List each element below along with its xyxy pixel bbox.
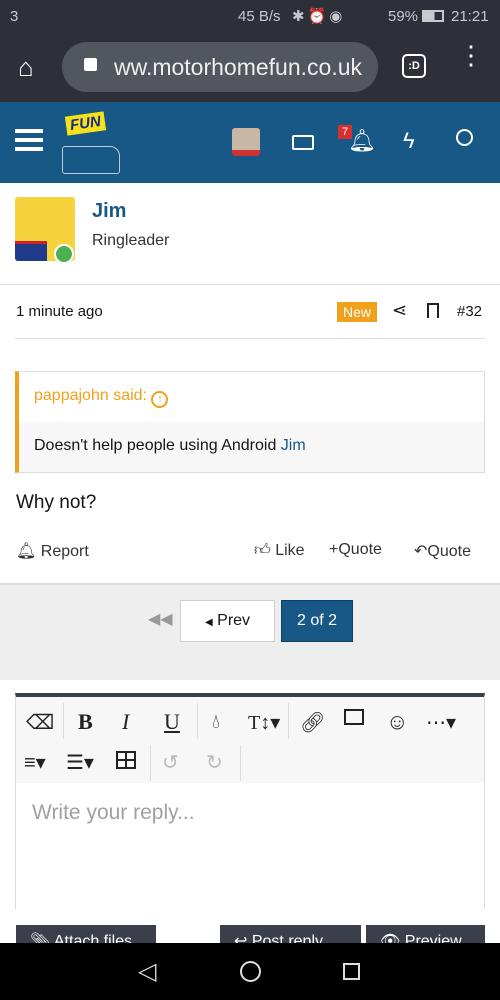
color-drop-icon[interactable]: 💧︎ [212, 707, 220, 737]
pagination-bar: ◀◀ ◀ Prev 2 of 2 [0, 583, 500, 680]
reply-icon: ↶ [414, 543, 428, 560]
hamburger-menu-icon[interactable] [15, 129, 43, 151]
table-icon[interactable] [116, 751, 136, 769]
report-button[interactable]: 🔔︎ Report [16, 541, 89, 561]
uk-flag-icon [15, 241, 47, 261]
redo-icon[interactable]: ↻ [206, 747, 223, 777]
divider [15, 338, 485, 339]
reply-input[interactable]: Write your reply... [16, 783, 484, 909]
first-page-icon[interactable]: ◀◀ [148, 609, 173, 629]
share-icon[interactable]: ⋖ [392, 300, 407, 321]
post-time[interactable]: 1 minute ago [16, 303, 103, 320]
quote-header[interactable]: pappajohn said: ↑ [19, 372, 484, 422]
caret-left-icon: ◀ [205, 617, 213, 628]
multi-quote-button[interactable]: +Quote [329, 541, 382, 559]
post-number[interactable]: #32 [457, 303, 482, 320]
quote-text: Doesn't help people using Android [34, 437, 281, 454]
menu-icon[interactable]: ⋮ [458, 42, 484, 68]
multi-quote-label: Quote [338, 541, 382, 558]
list-icon[interactable]: ☰▾ [66, 747, 94, 777]
author-role: Ringleader [92, 232, 170, 249]
more-options-icon[interactable]: ⋯▾ [426, 707, 456, 737]
home-icon[interactable]: ⌂ [18, 52, 34, 83]
quote-button[interactable]: ↶Quote [414, 541, 471, 561]
quote-label: Quote [427, 543, 471, 560]
quote-author: pappajohn said: [34, 387, 147, 404]
divider [0, 284, 500, 285]
lock-icon [84, 58, 97, 71]
clock: 21:21 [451, 8, 489, 25]
editor-toolbar: ⌫ B I U 💧︎ T↕▾ 🔗︎ ☺ ⋯▾ ≡▾ ☰▾ ↺ ↻ [16, 697, 484, 783]
browser-toolbar: ⌂ ww.motorhomefun.co.uk :D ⋮ [0, 32, 500, 102]
italic-icon[interactable]: I [122, 707, 129, 737]
bold-icon[interactable]: B [78, 707, 93, 737]
bookmark-icon[interactable] [427, 303, 439, 318]
author-name[interactable]: Jim [92, 200, 126, 223]
underline-icon[interactable]: U [164, 707, 180, 737]
current-page[interactable]: 2 of 2 [281, 600, 353, 642]
undo-icon[interactable]: ↺ [162, 747, 179, 777]
font-size-icon[interactable]: T↕▾ [248, 707, 280, 737]
motorhome-logo-icon [62, 146, 120, 174]
user-avatar[interactable] [232, 128, 260, 156]
quote-block: pappajohn said: ↑ Doesn't help people us… [15, 371, 485, 473]
mention-link[interactable]: Jim [281, 437, 306, 454]
inbox-icon[interactable] [292, 135, 314, 150]
like-button[interactable]: 👍︎ Like [254, 541, 305, 560]
link-icon[interactable]: 🔗︎ [300, 707, 325, 737]
report-label: Report [40, 543, 89, 560]
url-field[interactable]: ww.motorhomefun.co.uk [62, 42, 378, 92]
status-bar: 3 45 B/s ✱⏰◉ 59% 21:21 [0, 0, 500, 32]
battery-icon [422, 10, 444, 22]
arrow-up-circle-icon[interactable]: ↑ [151, 391, 169, 408]
notification-count: 3 [10, 8, 19, 25]
align-icon[interactable]: ≡▾ [24, 747, 46, 777]
tab-switcher-button[interactable]: :D [402, 54, 426, 78]
like-label: Like [275, 542, 305, 559]
online-status-icon [54, 244, 74, 264]
thumbs-up-icon: 👍︎ [254, 542, 271, 559]
lightning-icon[interactable]: ϟ [403, 128, 415, 154]
new-badge: New [337, 302, 378, 322]
prev-label: Prev [217, 612, 251, 629]
prev-button[interactable]: ◀ Prev [180, 600, 275, 642]
home-nav-icon[interactable] [240, 961, 261, 982]
site-header: FUN 7 🔔︎ ϟ [0, 102, 500, 183]
eraser-icon[interactable]: ⌫ [26, 707, 54, 737]
status-icons: ✱⏰◉ [292, 8, 346, 25]
logo-text: FUN [64, 111, 106, 136]
image-icon[interactable] [344, 709, 364, 725]
bell-icon: 🔔︎ [16, 543, 37, 560]
search-icon[interactable] [456, 129, 473, 146]
android-nav-bar: ◁ [0, 943, 500, 1000]
site-logo[interactable]: FUN [60, 108, 125, 178]
bell-icon[interactable]: 🔔︎ [348, 128, 376, 154]
battery-level: 59% [388, 8, 419, 25]
post-body: Why not? [16, 492, 97, 513]
net-speed: 45 B/s [238, 8, 281, 25]
smiley-icon[interactable]: ☺ [386, 707, 408, 737]
plus-icon: + [329, 541, 339, 558]
back-icon[interactable]: ◁ [138, 957, 156, 986]
reply-editor: ⌫ B I U 💧︎ T↕▾ 🔗︎ ☺ ⋯▾ ≡▾ ☰▾ ↺ ↻ Write y… [15, 693, 485, 909]
recents-icon[interactable] [343, 963, 360, 980]
url-text: ww.motorhomefun.co.uk [114, 54, 363, 80]
